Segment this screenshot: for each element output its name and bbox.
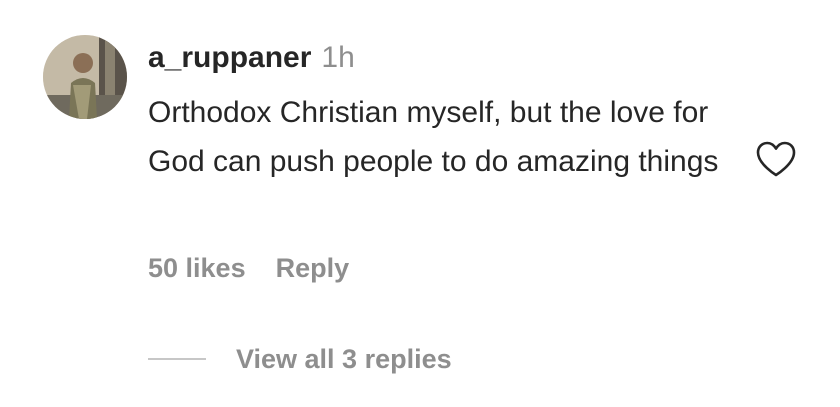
- comment-header: a_ruppaner 1h: [148, 38, 748, 78]
- likes-count[interactable]: 50 likes: [148, 253, 246, 283]
- comment-text: Orthodox Christian myself, but the love …: [148, 96, 719, 178]
- username[interactable]: a_ruppaner: [148, 41, 311, 74]
- comment: a_ruppaner 1h Orthodox Christian myself, …: [0, 0, 840, 407]
- view-replies-label[interactable]: View all 3 replies: [236, 344, 452, 375]
- avatar[interactable]: [43, 35, 127, 119]
- timestamp: 1h: [321, 41, 355, 74]
- comment-meta: 50 likes Reply: [148, 250, 349, 286]
- reply-button[interactable]: Reply: [276, 253, 350, 283]
- replies-divider: [148, 358, 206, 360]
- comment-body: a_ruppaner 1h Orthodox Christian myself, …: [148, 38, 748, 186]
- heart-outline-icon[interactable]: [755, 140, 797, 178]
- view-replies-button[interactable]: View all 3 replies: [148, 340, 452, 378]
